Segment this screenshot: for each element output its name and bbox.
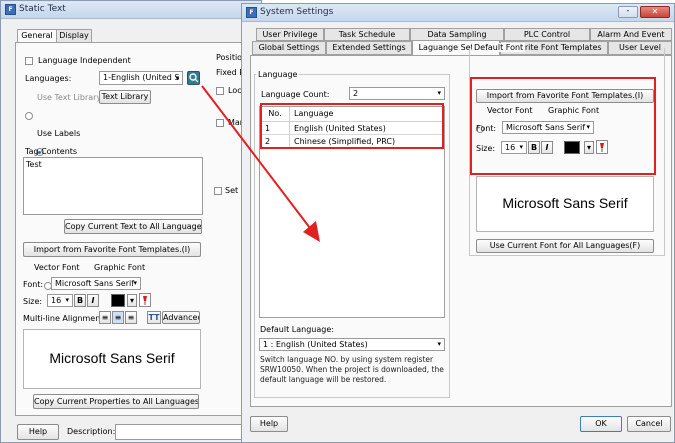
language-independent-label: Language Independent <box>38 56 131 65</box>
align-center-icon[interactable]: ≡ <box>112 311 124 324</box>
color-dropdown-button[interactable]: ▾ <box>127 294 137 307</box>
tab-general[interactable]: General <box>17 29 57 43</box>
size-select[interactable]: 16 ▾ <box>47 294 73 307</box>
language-switch-note: Switch language NO. by using system regi… <box>260 355 444 384</box>
cancel-button[interactable]: Cancel <box>627 416 671 432</box>
chevron-down-icon: ▾ <box>437 89 441 97</box>
tag-contents-label: Tag Contents <box>25 147 78 156</box>
use-text-library-label: Use Text Library <box>37 93 102 102</box>
tag-contents-textarea[interactable]: Test <box>23 157 203 215</box>
align-left-icon[interactable]: ≡ <box>99 311 111 324</box>
language-table-highlight <box>260 103 444 149</box>
tab-task-schedule[interactable]: Task Schedule <box>324 28 410 41</box>
languages-select-value: 1-English (United S <box>103 73 180 82</box>
tab-display[interactable]: Display <box>56 29 92 43</box>
font-select[interactable]: Microsoft Sans Serif ▾ <box>51 277 141 290</box>
import-font-template-button[interactable]: Import from Favorite Font Templates.(I) <box>23 242 201 257</box>
system-settings-help-button[interactable]: Help <box>250 416 288 432</box>
description-input[interactable] <box>115 424 255 440</box>
graphic-font-label: Graphic Font <box>94 263 146 272</box>
language-group-label: Language <box>256 70 300 79</box>
copy-text-to-all-languages-button[interactable]: Copy Current Text to All Languages <box>64 219 202 234</box>
language-independent-checkbox[interactable] <box>25 57 33 65</box>
minimize-icon[interactable]: - <box>618 6 638 18</box>
margin-checkbox[interactable] <box>216 119 224 127</box>
copy-properties-to-all-languages-button[interactable]: Copy Current Properties to All Languages <box>33 394 199 409</box>
chevron-down-icon: ▾ <box>133 279 137 287</box>
use-text-library-radio[interactable] <box>25 112 33 120</box>
tab-user-privilege[interactable]: User Privilege <box>256 28 324 41</box>
tab-alarm-and-event[interactable]: Alarm And Event <box>590 28 672 41</box>
size-label: Size: <box>23 297 43 306</box>
languages-label: Languages: <box>25 74 72 83</box>
multi-line-alignment-label: Multi-line Alignment: <box>23 314 107 323</box>
text-style-icon[interactable]: TT <box>147 311 161 324</box>
align-right-icon[interactable]: ≡ <box>125 311 137 324</box>
chevron-down-icon: ▾ <box>65 296 69 304</box>
search-icon[interactable] <box>187 71 200 85</box>
use-current-font-for-all-languages-button[interactable]: Use Current Font for All Languages(F) <box>476 239 654 253</box>
static-text-window: F Static Text General Display Language I… <box>0 0 262 443</box>
system-settings-titlebar: F System Settings - ✕ <box>242 4 674 22</box>
default-language-select[interactable]: 1 : English (United States) ▾ <box>259 338 445 351</box>
text-library-button[interactable]: Text Library <box>99 90 151 104</box>
bold-button[interactable]: B <box>74 294 86 307</box>
font-color-swatch[interactable] <box>111 294 125 307</box>
lock-checkbox[interactable] <box>216 87 224 95</box>
static-text-title: Static Text <box>19 4 66 14</box>
default-language-label: Default Language: <box>260 325 334 334</box>
fixed-position-label: Fixed P <box>216 68 245 77</box>
vector-font-label: Vector Font <box>34 263 80 272</box>
languages-select[interactable]: 1-English (United S ▾ <box>99 71 183 85</box>
tag-contents-value: Test <box>26 160 42 169</box>
default-font-highlight <box>470 77 656 175</box>
tab-extended-settings[interactable]: Extended Settings <box>326 41 412 55</box>
chevron-down-icon: ▾ <box>437 340 441 348</box>
set-label-checkbox[interactable] <box>214 187 222 195</box>
language-count-value: 2 <box>353 89 359 98</box>
language-count-label: Language Count: <box>261 90 330 99</box>
use-labels-label: Use Labels <box>37 129 81 138</box>
color-picker-icon[interactable] <box>139 293 151 307</box>
static-text-help-button[interactable]: Help <box>17 424 59 440</box>
system-settings-title: System Settings <box>260 7 334 17</box>
language-count-select[interactable]: 2 ▾ <box>349 87 445 100</box>
font-label: Font: <box>23 280 44 289</box>
app-icon: F <box>246 7 257 18</box>
static-text-titlebar: F Static Text <box>1 1 261 19</box>
font-select-value: Microsoft Sans Serif <box>55 279 135 288</box>
size-select-value: 16 <box>51 296 62 305</box>
app-icon: F <box>5 4 16 15</box>
font-preview-text: Microsoft Sans Serif <box>502 195 628 211</box>
default-font-group-label: Default Font <box>472 43 526 52</box>
tab-plc-control[interactable]: PLC Control <box>504 28 590 41</box>
close-icon[interactable]: ✕ <box>640 6 670 18</box>
tab-global-settings[interactable]: Global Settings <box>252 41 326 55</box>
default-language-value: 1 : English (United States) <box>263 340 368 349</box>
system-settings-window: F System Settings - ✕ User Privilege Tas… <box>241 3 675 443</box>
ok-button[interactable]: OK <box>580 416 622 432</box>
font-preview-text: Microsoft Sans Serif <box>49 350 175 366</box>
chevron-down-icon: ▾ <box>175 74 179 82</box>
advanced-button[interactable]: Advanced <box>162 311 200 324</box>
position-label: Positio <box>216 53 243 62</box>
description-label: Description: <box>67 427 116 436</box>
italic-button[interactable]: I <box>87 294 99 307</box>
